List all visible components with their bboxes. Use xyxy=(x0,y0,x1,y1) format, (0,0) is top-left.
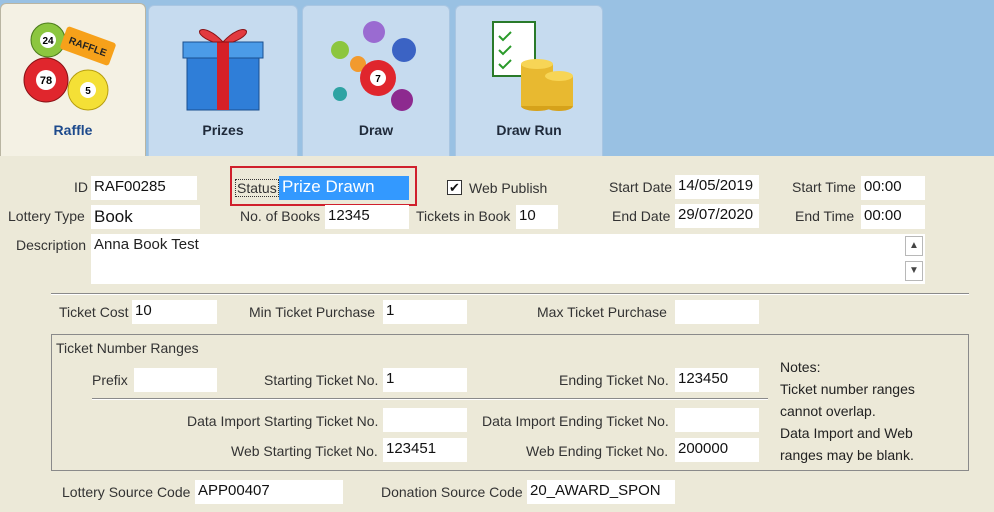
id-label: ID xyxy=(74,179,88,195)
description-label: Description xyxy=(16,237,87,253)
tab-prizes[interactable]: Prizes xyxy=(148,5,298,156)
import-end-label: Data Import Ending Ticket No. xyxy=(482,413,669,429)
svg-text:5: 5 xyxy=(85,86,91,97)
start-time-field[interactable]: 00:00 xyxy=(861,176,925,200)
raffle-balls-icon: 24 RAFFLE 78 5 xyxy=(23,22,116,111)
notes-line: cannot overlap. xyxy=(780,403,876,419)
min-purchase-label: Min Ticket Purchase xyxy=(249,304,376,320)
status-label: Status xyxy=(235,179,279,197)
notes-line: Notes: xyxy=(780,359,821,375)
notes-line: ranges may be blank. xyxy=(780,447,914,463)
lottery-source-label: Lottery Source Code xyxy=(62,484,191,500)
import-start-label: Data Import Starting Ticket No. xyxy=(187,413,379,429)
prefix-label: Prefix xyxy=(92,372,128,388)
scroll-down-icon[interactable]: ▼ xyxy=(905,261,923,281)
tickets-in-book-field[interactable]: 10 xyxy=(516,205,558,229)
ending-no-field[interactable]: 123450 xyxy=(675,368,759,392)
notes-line: Data Import and Web xyxy=(780,425,913,441)
start-time-label: Start Time xyxy=(792,179,856,195)
tab-label: Draw xyxy=(358,122,394,138)
ending-no-label: Ending Ticket No. xyxy=(559,372,669,388)
max-purchase-field[interactable] xyxy=(675,300,759,324)
prefix-field[interactable] xyxy=(134,368,217,392)
checklist-coins-icon xyxy=(492,21,573,111)
tab-label: Raffle xyxy=(53,122,93,138)
web-end-label: Web Ending Ticket No. xyxy=(526,443,669,459)
description-textarea[interactable]: Anna Book Test ▲ ▼ xyxy=(91,234,925,284)
starting-no-label: Starting Ticket No. xyxy=(264,372,379,388)
donation-source-label: Donation Source Code xyxy=(381,484,523,500)
divider xyxy=(51,293,969,295)
lottery-type-label: Lottery Type xyxy=(8,208,85,224)
import-end-field[interactable] xyxy=(675,408,759,432)
web-start-label: Web Starting Ticket No. xyxy=(231,443,378,459)
tab-label: Prizes xyxy=(202,122,244,138)
tab-draw-run[interactable]: Draw Run xyxy=(455,5,603,156)
scroll-up-icon[interactable]: ▲ xyxy=(905,236,923,256)
ranges-title: Ticket Number Ranges xyxy=(56,340,199,356)
web-end-field[interactable]: 200000 xyxy=(675,438,759,462)
notes-text: Notes: Ticket number ranges cannot overl… xyxy=(780,356,915,466)
lottery-balls-icon: 7 xyxy=(331,21,416,111)
end-time-field[interactable]: 00:00 xyxy=(861,205,925,229)
min-purchase-field[interactable]: 1 xyxy=(383,300,467,324)
end-time-label: End Time xyxy=(795,208,855,224)
start-date-label: Start Date xyxy=(609,179,673,195)
ticket-cost-label: Ticket Cost xyxy=(59,304,129,320)
ranges-divider xyxy=(92,398,768,400)
web-publish-checkbox[interactable]: ✔ xyxy=(447,180,462,195)
status-field[interactable]: Prize Drawn xyxy=(279,176,409,200)
web-publish-frame xyxy=(464,176,558,200)
import-start-field[interactable] xyxy=(383,408,467,432)
tickets-in-book-label: Tickets in Book xyxy=(416,208,511,224)
notes-line: Ticket number ranges xyxy=(780,381,915,397)
lottery-source-field[interactable]: APP00407 xyxy=(195,480,343,504)
end-date-field[interactable]: 29/07/2020 xyxy=(675,204,759,228)
svg-text:7: 7 xyxy=(375,74,381,85)
books-label: No. of Books xyxy=(240,208,321,224)
web-start-field[interactable]: 123451 xyxy=(383,438,467,462)
end-date-label: End Date xyxy=(612,208,671,224)
tab-label: Draw Run xyxy=(496,122,562,138)
svg-text:78: 78 xyxy=(40,75,52,87)
start-date-field[interactable]: 14/05/2019 xyxy=(675,175,759,199)
tab-draw[interactable]: 7 Draw xyxy=(302,5,450,156)
ticket-cost-field[interactable]: 10 xyxy=(132,300,217,324)
starting-no-field[interactable]: 1 xyxy=(383,368,467,392)
donation-source-field[interactable]: 20_AWARD_SPON xyxy=(527,480,675,504)
tab-strip: 24 RAFFLE 78 5 Raffle Prizes 7 Draw Draw… xyxy=(0,0,994,156)
books-field[interactable]: 12345 xyxy=(325,205,409,229)
description-text: Anna Book Test xyxy=(94,236,199,253)
max-purchase-label: Max Ticket Purchase xyxy=(537,304,667,320)
id-field[interactable]: RAF00285 xyxy=(91,176,197,200)
gift-box-icon xyxy=(182,29,264,111)
lottery-type-field[interactable]: Book xyxy=(91,205,200,229)
tab-raffle[interactable]: 24 RAFFLE 78 5 Raffle xyxy=(0,3,146,156)
svg-text:24: 24 xyxy=(42,36,54,47)
